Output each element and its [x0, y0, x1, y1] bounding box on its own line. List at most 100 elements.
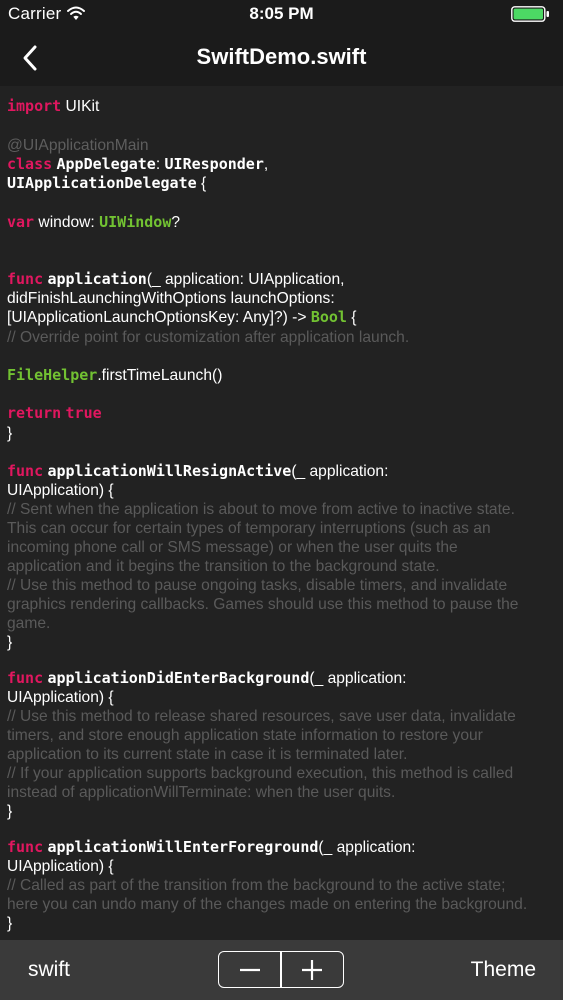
code-line: application to its current state in case… — [7, 745, 407, 764]
code-line: } — [7, 802, 12, 821]
battery-level-fill — [513, 8, 543, 20]
code-token: @UIApplicationMain — [7, 137, 149, 154]
code-token: , — [263, 156, 269, 173]
code-token: } — [7, 425, 13, 442]
code-token: instead of applicationWillTerminate: whe… — [7, 784, 396, 801]
code-token: AppDelegate — [56, 155, 156, 173]
code-line: UIApplicationDelegate { — [7, 174, 206, 193]
code-token: UIApplication) { — [7, 689, 114, 706]
code-line: timers, and store enough application sta… — [7, 726, 483, 745]
code-line: graphics rendering callbacks. Games shou… — [7, 595, 518, 614]
code-token: UIApplication) { — [7, 482, 114, 499]
code-token: application — [47, 270, 147, 288]
code-token: (_ application: — [291, 463, 389, 480]
navigation-bar: SwiftDemo.swift — [0, 30, 563, 86]
code-line: // Called as part of the transition from… — [7, 876, 505, 895]
code-token: here you can undo many of the changes ma… — [7, 896, 528, 913]
code-token: didFinishLaunchingWithOptions launchOpti… — [7, 290, 335, 307]
code-token: UIApplication) { — [7, 858, 114, 875]
code-line: [UIApplicationLaunchOptionsKey: Any]?) -… — [7, 308, 357, 327]
code-line: UIApplication) { — [7, 481, 114, 500]
code-line: instead of applicationWillTerminate: whe… — [7, 783, 395, 802]
code-line: incoming phone call or SMS message) or w… — [7, 538, 458, 557]
code-token: (_ application: — [318, 839, 416, 856]
code-line: UIApplication) { — [7, 857, 114, 876]
code-line: UIApplication) { — [7, 688, 114, 707]
code-token: ? — [171, 214, 181, 231]
code-line: class AppDelegate: UIResponder, — [7, 155, 268, 174]
code-line: // Use this method to pause ongoing task… — [7, 576, 507, 595]
code-token: } — [7, 915, 13, 932]
code-line: return true — [7, 404, 102, 423]
status-time: 8:05 PM — [249, 4, 314, 23]
code-token: FileHelper — [7, 366, 98, 384]
code-token: UIResponder — [164, 155, 264, 173]
minus-icon — [239, 968, 260, 971]
code-token: application to its current state in case… — [7, 746, 408, 763]
code-token: // Use this method to release shared res… — [7, 708, 516, 725]
status-bar: Carrier 8:05 PM — [0, 0, 563, 30]
code-token: applicationWillEnterForeground — [47, 838, 319, 856]
code-token: .firstTimeLaunch() — [97, 367, 223, 384]
code-token: timers, and store enough application sta… — [7, 727, 483, 744]
code-token: game. — [7, 615, 51, 632]
code-line: func applicationWillEnterForeground(_ ap… — [7, 838, 416, 857]
decrease-font-button[interactable] — [219, 952, 280, 987]
code-token: class — [7, 155, 53, 173]
code-token: func — [7, 462, 44, 480]
code-line: This can occur for certain types of temp… — [7, 519, 491, 538]
code-line: didFinishLaunchingWithOptions launchOpti… — [7, 289, 335, 308]
code-token: } — [7, 803, 13, 820]
code-token: UIKit — [61, 98, 100, 115]
code-token: (_ application: UIApplication, — [146, 271, 345, 288]
code-line: // If your application supports backgrou… — [7, 764, 513, 783]
increase-font-button[interactable] — [282, 952, 343, 987]
code-token: // Sent when the application is about to… — [7, 501, 515, 518]
code-line: import UIKit — [7, 97, 99, 116]
language-button[interactable]: swift — [28, 958, 70, 982]
code-token: { — [346, 309, 357, 326]
code-token: UIApplicationDelegate — [7, 174, 197, 192]
code-token: (_ application: — [309, 670, 407, 687]
code-token: true — [65, 404, 102, 422]
code-token: application and it begins the transition… — [7, 558, 440, 575]
code-line: } — [7, 914, 12, 933]
code-line: game. — [7, 614, 50, 633]
theme-button[interactable]: Theme — [471, 958, 536, 982]
code-line: @UIApplicationMain — [7, 136, 149, 155]
code-line: } — [7, 424, 12, 443]
code-line: func applicationWillResignActive(_ appli… — [7, 462, 388, 481]
code-token: UIWindow — [99, 213, 172, 231]
code-token: func — [7, 669, 44, 687]
code-editor[interactable]: import UIKit @UIApplicationMain class AppD… — [0, 86, 563, 940]
code-line: } — [7, 633, 12, 652]
battery-icon — [511, 6, 549, 22]
code-token: var — [7, 213, 35, 231]
code-token: graphics rendering callbacks. Games shou… — [7, 596, 519, 613]
code-line: func application(_ application: UIApplic… — [7, 270, 344, 289]
code-line: var window: UIWindow? — [7, 213, 180, 232]
code-token: applicationWillResignActive — [47, 462, 292, 480]
code-token: : — [155, 156, 165, 173]
code-line: // Use this method to release shared res… — [7, 707, 516, 726]
code-token: import — [7, 97, 62, 115]
code-token: [UIApplicationLaunchOptionsKey: Any]?) -… — [7, 309, 311, 326]
code-token: func — [7, 838, 44, 856]
font-size-stepper — [218, 951, 344, 988]
code-line: // Override point for customization afte… — [7, 328, 409, 347]
code-line: FileHelper.firstTimeLaunch() — [7, 366, 222, 385]
code-token: // If your application supports backgrou… — [7, 765, 514, 782]
code-token: // Override point for customization afte… — [7, 329, 410, 346]
code-token: } — [7, 634, 13, 651]
code-token: Bool — [310, 308, 347, 326]
code-token: applicationDidEnterBackground — [47, 669, 310, 687]
code-line: application and it begins the transition… — [7, 557, 440, 576]
plus-icon — [302, 959, 323, 980]
code-line: func applicationDidEnterBackground(_ app… — [7, 669, 406, 688]
code-line: here you can undo many of the changes ma… — [7, 895, 527, 914]
page-title: SwiftDemo.swift — [196, 44, 367, 69]
bottom-toolbar: swift Theme — [0, 940, 563, 1000]
code-token: return — [7, 404, 62, 422]
code-token: incoming phone call or SMS message) or w… — [7, 539, 458, 556]
code-token: // Called as part of the transition from… — [7, 877, 506, 894]
